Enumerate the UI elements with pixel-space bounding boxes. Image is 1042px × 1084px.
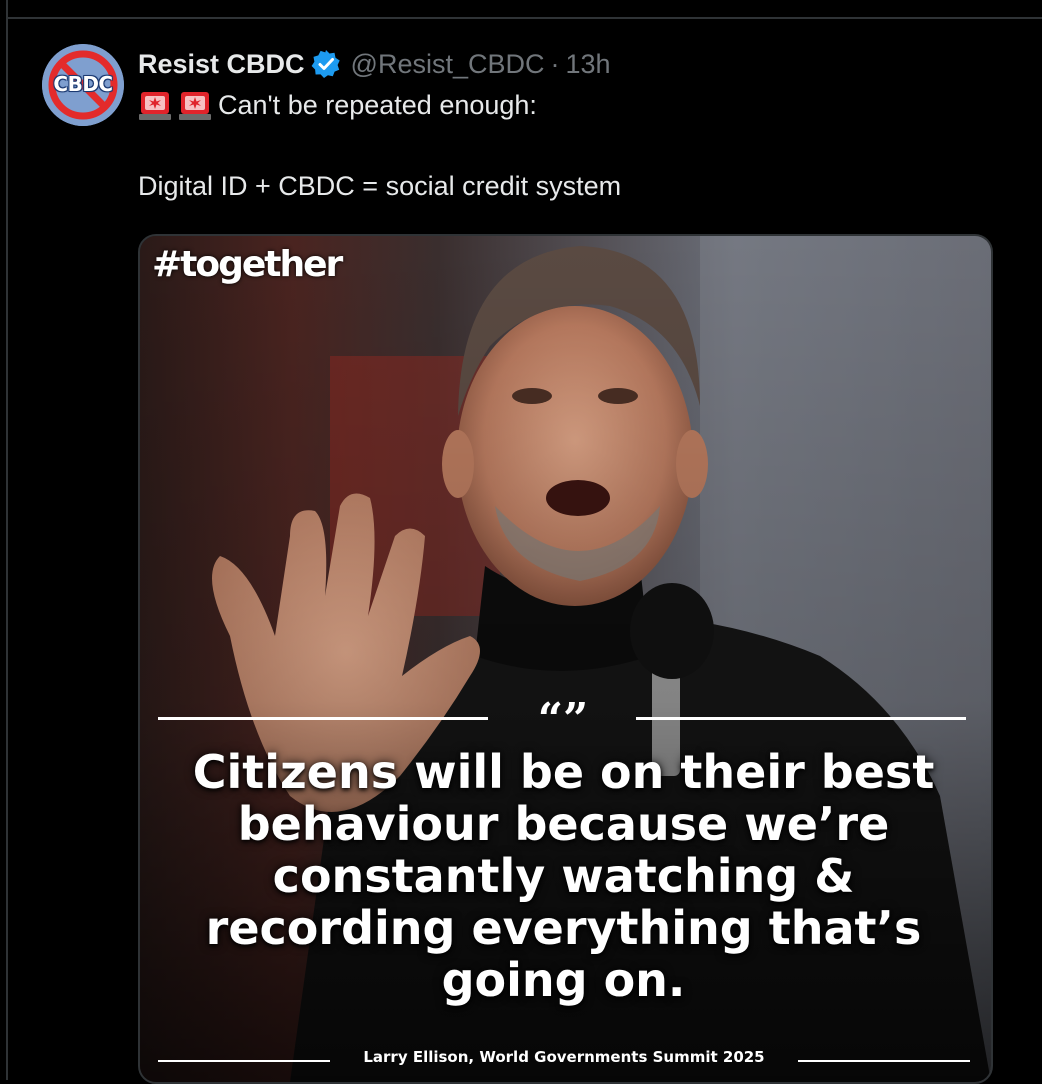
attribution-line-right xyxy=(798,1060,970,1062)
timeline-divider xyxy=(6,17,1042,19)
quote-line: behaviour because we’re xyxy=(237,797,890,851)
divider-line-left xyxy=(158,717,488,720)
author-handle[interactable]: @Resist_CBDC xyxy=(351,49,545,80)
divider-line-right xyxy=(636,717,966,720)
avatar-text: CBDC xyxy=(53,72,113,96)
quote-line: Citizens will be on their best xyxy=(192,745,935,799)
quote-text: Citizens will be on their best behaviour… xyxy=(140,746,987,1006)
quote-line: going on. xyxy=(441,953,686,1007)
post-text-line-1: Can't be repeated enough: xyxy=(138,88,537,122)
post-timestamp[interactable]: 13h xyxy=(566,49,611,80)
quote-attribution: Larry Ellison, World Governments Summit … xyxy=(158,1048,970,1072)
quote-mark-icon: “” xyxy=(537,694,589,745)
quote-line: recording everything that’s xyxy=(205,901,922,955)
police-siren-icon xyxy=(138,88,172,122)
post-header: Resist CBDC @Resist_CBDC · 13h xyxy=(138,44,611,84)
quote-divider: “” xyxy=(158,694,966,745)
header-separator: · xyxy=(550,48,560,79)
author-avatar[interactable]: CBDC xyxy=(42,44,124,126)
attribution-text: Larry Ellison, World Governments Summit … xyxy=(363,1048,765,1066)
post-text-line-2: Digital ID + CBDC = social credit system xyxy=(138,171,622,201)
post-text-1: Can't be repeated enough: xyxy=(218,89,537,120)
quote-line: constantly watching & xyxy=(272,849,855,903)
post-media-image[interactable]: #together “” Citizens will be on their b… xyxy=(138,234,993,1084)
police-siren-icon xyxy=(178,88,212,122)
attribution-line-left xyxy=(158,1060,330,1062)
tweet-frame: CBDC Resist CBDC @Resist_CBDC · 13h Can'… xyxy=(0,0,1042,1084)
hashtag-label: #together xyxy=(152,244,343,285)
author-name[interactable]: Resist CBDC xyxy=(138,49,305,80)
verified-badge-icon[interactable] xyxy=(311,49,341,79)
timeline-border-left xyxy=(6,0,8,1080)
